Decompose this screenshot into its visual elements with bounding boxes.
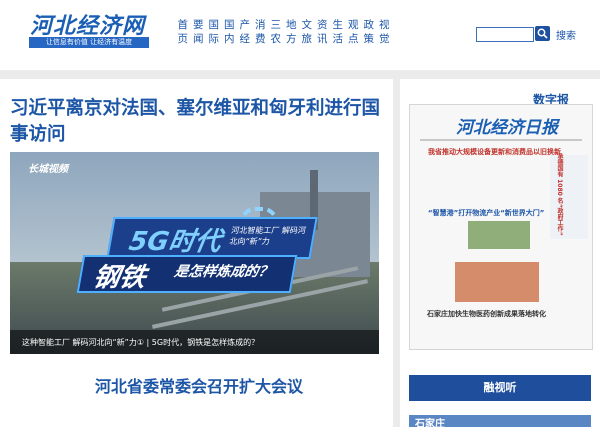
- nav-row-bottom: 页 闻 际 内 经 费 农 方 旅 讯 活 点 策 觉: [175, 32, 425, 46]
- paper-headline: “智慧港”打开物流产业“新世界大门”: [428, 209, 545, 217]
- promo-banner-top: 5G时代 河北智能工厂 解码河北向“新”力: [106, 217, 318, 259]
- second-headline[interactable]: 河北省委常委会召开扩大会议: [10, 373, 388, 397]
- nav-char[interactable]: 国: [206, 18, 222, 32]
- nav-char[interactable]: 视: [377, 18, 393, 32]
- nav-char[interactable]: 政: [361, 18, 377, 32]
- nav-char[interactable]: 觉: [377, 32, 393, 46]
- promo-banner-bottom: 钢铁 是怎样炼成的？: [76, 255, 298, 293]
- nav-char[interactable]: 策: [361, 32, 377, 46]
- video-source-tag: 长城视频: [28, 164, 68, 175]
- featured-slideshow[interactable]: 长城视频 5G时代 河北智能工厂 解码河北向“新”力 钢铁 是怎样炼成的？ 这种…: [10, 152, 379, 354]
- search-button[interactable]: [535, 26, 550, 41]
- media-thumbnail[interactable]: 石家庄: [409, 415, 591, 427]
- nav-char[interactable]: 讯: [315, 32, 331, 46]
- site-logo[interactable]: 河北经济网: [30, 8, 145, 40]
- nav-char[interactable]: 旅: [299, 32, 315, 46]
- media-thumbnail-text: 石家庄: [415, 419, 445, 427]
- top-nav: 首 要 国 国 产 消 三 地 文 资 生 观 政 视 页 闻 际 内 经 费 …: [175, 18, 425, 46]
- nav-char[interactable]: 闻: [191, 32, 207, 46]
- nav-char[interactable]: 农: [268, 32, 284, 46]
- paper-photo: [455, 262, 539, 302]
- slide-dots: [332, 344, 379, 354]
- paper-photo: [468, 221, 530, 249]
- nav-char[interactable]: 产: [237, 18, 253, 32]
- nav-char[interactable]: 点: [346, 32, 362, 46]
- nav-char[interactable]: 国: [222, 18, 238, 32]
- paper-headline: 石家庄加快生物医药创新成果落地转化: [427, 310, 546, 318]
- promo-small-text: 河北智能工厂 解码河北向“新”力: [228, 226, 307, 246]
- promo-line-1: 5G时代: [126, 227, 224, 257]
- nav-char[interactable]: 生: [330, 18, 346, 32]
- nav-char[interactable]: 首: [175, 18, 191, 32]
- nav-char[interactable]: 经: [237, 32, 253, 46]
- paper-side-text: 承德国有 1080 名“政府工作”: [556, 153, 563, 236]
- nav-char[interactable]: 费: [253, 32, 269, 46]
- promo-line-3: 是怎样炼成的？: [172, 264, 274, 280]
- search-input[interactable]: [476, 27, 534, 42]
- site-slogan: 让信息有价值 让经济有温度: [29, 37, 149, 48]
- nav-char[interactable]: 要: [191, 18, 207, 32]
- nav-row-top: 首 要 国 国 产 消 三 地 文 资 生 观 政 视: [175, 18, 425, 32]
- nav-char[interactable]: 方: [284, 32, 300, 46]
- paper-divider: [420, 139, 582, 141]
- nav-char[interactable]: 页: [175, 32, 191, 46]
- search-icon: [537, 28, 548, 39]
- nav-char[interactable]: 观: [346, 18, 362, 32]
- nav-char[interactable]: 文: [299, 18, 315, 32]
- nav-char[interactable]: 地: [284, 18, 300, 32]
- lead-headline[interactable]: 习近平离京对法国、塞尔维亚和匈牙利进行国事访问: [10, 96, 388, 148]
- paper-masthead: 河北经济日报: [456, 118, 558, 138]
- nav-char[interactable]: 活: [330, 32, 346, 46]
- digital-paper-thumbnail[interactable]: 河北经济日报 我省推动大规模设备更新和消费品以旧换新 承德国有 1080 名“政…: [409, 104, 593, 350]
- nav-char[interactable]: 际: [206, 32, 222, 46]
- promo-line-2: 钢铁: [90, 263, 148, 293]
- paper-headline: 我省推动大规模设备更新和消费品以旧换新: [428, 148, 561, 156]
- nav-char[interactable]: 资: [315, 18, 331, 32]
- nav-char[interactable]: 消: [253, 18, 269, 32]
- nav-char[interactable]: 内: [222, 32, 238, 46]
- media-section-header[interactable]: 融视听: [409, 375, 591, 401]
- search-label[interactable]: 搜索: [556, 27, 576, 42]
- nav-char[interactable]: 三: [268, 18, 284, 32]
- slide-caption[interactable]: 这种智能工厂 解码河北向“新”力① | 5G时代，钢铁是怎样炼成的？: [22, 337, 259, 348]
